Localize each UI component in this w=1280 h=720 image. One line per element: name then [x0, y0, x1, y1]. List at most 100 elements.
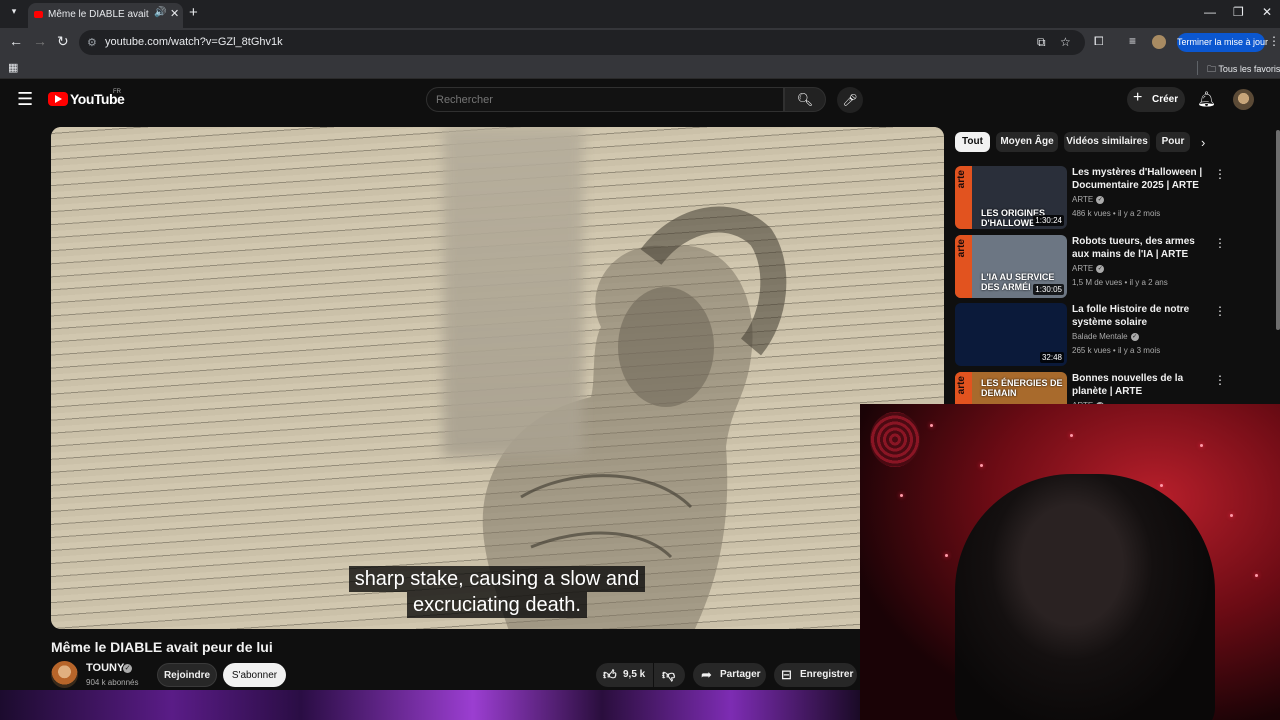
related-views: 265 k vues — [1072, 346, 1111, 355]
verified-check-icon: ✓ — [1130, 332, 1139, 341]
video-duration: 1:30:05 — [1033, 284, 1064, 295]
chip-moyen-age[interactable]: Moyen Âge — [996, 132, 1058, 152]
related-views: 1,5 M de vues — [1072, 278, 1123, 287]
channel-name[interactable]: TOUNY — [86, 662, 124, 674]
hamburger-menu-icon[interactable]: ☰ — [17, 89, 33, 110]
related-channel[interactable]: ARTE✓ — [1072, 264, 1105, 273]
blurred-region — [443, 127, 583, 457]
region-badge: FR — [113, 89, 121, 95]
save-button[interactable]: ⊟ Enregistrer — [774, 663, 857, 687]
browser-tab-strip: ▾ Même le DIABLE avait peur de lui 🔊 ✕ +… — [0, 0, 1280, 28]
maximize-icon[interactable]: ❐ — [1233, 5, 1244, 19]
site-info-icon[interactable]: ⚙ — [87, 36, 97, 49]
bookmark-star-icon[interactable]: ☆ — [1060, 35, 1071, 49]
plus-icon: + — [1133, 89, 1143, 106]
related-age: il y a 2 ans — [1129, 278, 1168, 287]
search-icon: 🔍︎ — [796, 91, 814, 107]
back-icon[interactable]: ← — [9, 33, 23, 49]
account-avatar[interactable] — [1233, 89, 1254, 110]
related-thumbnail[interactable]: arte L'IA AU SERVICE DES ARMÉI 1:30:05 — [955, 235, 1067, 298]
create-label: Créer — [1152, 94, 1179, 105]
new-tab-icon[interactable]: + — [189, 4, 198, 21]
fairy-light — [1255, 574, 1258, 577]
microphone-icon: 🎤︎ — [842, 93, 858, 107]
arte-brand-text: arte — [956, 376, 967, 395]
arte-brand-text: arte — [956, 239, 967, 258]
like-button[interactable]: 👍︎ 9,5 k — [596, 663, 653, 687]
url-text: youtube.com/watch?v=GZl_8tGhv1k — [105, 36, 283, 48]
window-close-icon[interactable]: ✕ — [1262, 5, 1272, 19]
tab-close-icon[interactable]: ✕ — [170, 7, 179, 20]
fairy-light — [930, 424, 933, 427]
more-actions-icon[interactable]: ⋮ — [1214, 167, 1226, 181]
forward-icon[interactable]: → — [33, 33, 47, 49]
update-browser-button[interactable]: Terminer la mise à jour — [1177, 33, 1268, 52]
subscribe-button[interactable]: S'abonner — [223, 663, 286, 687]
subtitle-line-1: sharp stake, causing a slow and — [348, 566, 646, 592]
spiral-decoration — [870, 412, 920, 467]
video-title: Même le DIABLE avait peur de lui — [51, 639, 273, 655]
search-button[interactable]: 🔍︎ — [784, 87, 826, 112]
chip-pour[interactable]: Pour — [1156, 132, 1190, 152]
webcam-overlay — [860, 404, 1280, 720]
notifications-bell-icon[interactable]: 🔔︎ — [1197, 90, 1216, 108]
join-button[interactable]: Rejoindre — [157, 663, 217, 687]
related-channel-name: ARTE — [1072, 264, 1094, 273]
media-controls-icon[interactable]: ≡ — [1129, 34, 1136, 48]
fairy-light — [980, 464, 983, 467]
minimize-icon[interactable]: — — [1204, 5, 1216, 19]
related-meta: 1,5 M de vues • il y a 2 ans — [1072, 278, 1168, 287]
related-channel[interactable]: ARTE✓ — [1072, 195, 1105, 204]
bookmarks-divider — [1197, 61, 1198, 75]
video-subtitles: sharp stake, causing a slow and excrucia… — [333, 566, 661, 618]
search-input[interactable] — [426, 87, 784, 112]
thumbs-down-icon: 👎︎ — [662, 667, 676, 682]
related-age: il y a 3 mois — [1117, 346, 1161, 355]
apps-grid-icon[interactable]: ▦ — [8, 61, 18, 74]
related-meta: 265 k vues • il y a 3 mois — [1072, 346, 1161, 355]
all-bookmarks-link[interactable]: 🗀 Tous les favoris — [1207, 62, 1280, 78]
related-title[interactable]: Robots tueurs, des armes aux mains de l'… — [1072, 235, 1204, 261]
related-title[interactable]: La folle Histoire de notre système solai… — [1072, 303, 1204, 329]
verified-check-icon: ✓ — [1096, 264, 1105, 273]
chip-all[interactable]: Tout — [955, 132, 990, 152]
fairy-light — [1200, 444, 1203, 447]
related-thumbnail[interactable]: 32:48 — [955, 303, 1067, 366]
bookmarks-bar: ▦ 🗀 Tous les favoris — [0, 57, 1280, 79]
extensions-icon[interactable]: ⧠ — [1094, 34, 1104, 49]
channel-avatar[interactable] — [51, 661, 78, 688]
speaker-icon[interactable]: 🔊 — [154, 7, 166, 18]
fairy-light — [1070, 434, 1073, 437]
related-channel[interactable]: Balade Mentale ✓ — [1072, 332, 1139, 341]
related-channel-name: Balade Mentale — [1072, 332, 1128, 341]
reload-icon[interactable]: ↻ — [57, 33, 69, 50]
more-actions-icon[interactable]: ⋮ — [1214, 304, 1226, 318]
verified-check-icon: ✓ — [1096, 195, 1105, 204]
browser-menu-icon[interactable]: ⋮ — [1268, 34, 1280, 48]
related-thumbnail[interactable]: arte LES ORIGINES D'HALLOWE 1:30:24 — [955, 166, 1067, 229]
browser-profile-avatar[interactable] — [1152, 35, 1166, 49]
share-button[interactable]: ➦ Partager — [693, 663, 766, 687]
more-actions-icon[interactable]: ⋮ — [1214, 373, 1226, 387]
tab-search-icon[interactable]: ▾ — [6, 6, 22, 22]
share-label: Partager — [720, 669, 761, 680]
video-player[interactable] — [51, 127, 944, 629]
browser-toolbar: ← → ↻ ⚙ youtube.com/watch?v=GZl_8tGhv1k … — [0, 28, 1280, 57]
thumbnail-caption: LES ÉNERGIES DE DEMAIN — [981, 378, 1063, 398]
install-app-icon[interactable]: ⧉ — [1037, 35, 1046, 50]
chevron-right-icon[interactable]: › — [1201, 135, 1205, 150]
create-button[interactable]: + Créer — [1127, 87, 1185, 112]
chip-similar-videos[interactable]: Vidéos similaires — [1064, 132, 1150, 152]
verified-check-icon: ✓ — [123, 664, 132, 673]
browser-tab-active[interactable]: Même le DIABLE avait peur de lui 🔊 ✕ — [28, 3, 183, 28]
voice-search-button[interactable]: 🎤︎ — [837, 87, 863, 113]
page-scrollbar[interactable] — [1276, 130, 1280, 330]
related-title[interactable]: Bonnes nouvelles de la planète | ARTE — [1072, 372, 1204, 398]
video-duration: 1:30:24 — [1033, 215, 1064, 226]
youtube-logo-icon[interactable] — [48, 92, 68, 106]
more-actions-icon[interactable]: ⋮ — [1214, 236, 1226, 250]
related-meta: 486 k vues • il y a 2 mois — [1072, 209, 1161, 218]
dislike-button[interactable]: 👎︎ — [654, 663, 685, 687]
related-title[interactable]: Les mystères d'Halloween | Documentaire … — [1072, 166, 1204, 192]
address-bar[interactable]: ⚙ youtube.com/watch?v=GZl_8tGhv1k ⧉ ☆ — [79, 30, 1085, 55]
